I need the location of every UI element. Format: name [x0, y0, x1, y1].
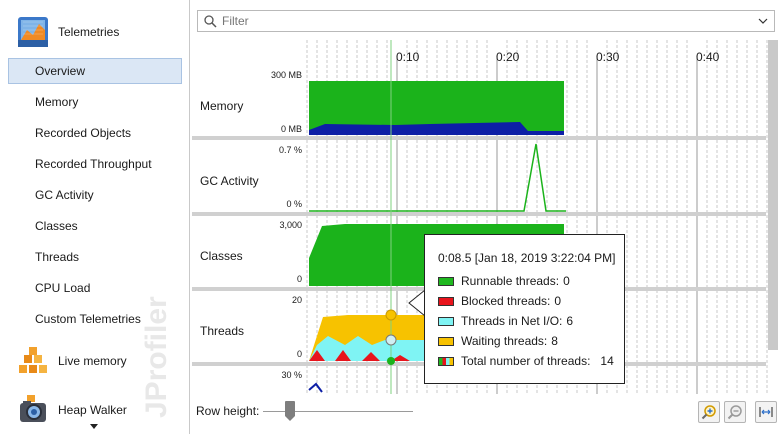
zoom-in-icon — [701, 405, 716, 420]
row-label-threads: Threads — [200, 324, 245, 338]
sidebar-item-label: Recorded Objects — [35, 126, 132, 140]
legend-swatch — [438, 276, 454, 286]
legend-swatch — [438, 336, 454, 346]
telemetries-label: Telemetries — [58, 25, 120, 39]
legend-swatch — [438, 316, 454, 326]
sidebar-item-label: Recorded Throughput — [35, 157, 152, 171]
sidebar-item-label: Memory — [35, 95, 79, 109]
row-label-gc-activity: GC Activity — [200, 174, 259, 188]
classes-axis-min: 0 — [296, 274, 302, 284]
sidebar-scroll-down-icon[interactable] — [90, 424, 98, 429]
threads-graph — [309, 315, 430, 361]
fit-to-window-button[interactable] — [755, 401, 777, 423]
time-tick-label: 0:20 — [496, 50, 520, 64]
tooltip-row-value: 6 — [566, 314, 574, 328]
memory-axis-min: 0 MB — [280, 124, 302, 134]
tooltip-title: 0:08.5 [Jan 18, 2019 3:22:04 PM] — [438, 251, 616, 265]
tooltip-row-label: Blocked threads: — [461, 294, 551, 308]
row-height-slider-thumb[interactable] — [285, 401, 295, 421]
filter-input[interactable] — [222, 14, 742, 28]
threads-axis-min: 0 — [296, 349, 302, 359]
tooltip-row-label: Total number of threads: — [461, 354, 591, 368]
sidebar-item-label: GC Activity — [35, 188, 94, 202]
tooltip-row-blocked: Blocked threads: 0 — [438, 294, 561, 308]
telemetries-icon — [18, 17, 48, 47]
live-memory-label: Live memory — [58, 354, 127, 368]
sidebar-item-gc-activity[interactable]: GC Activity — [8, 182, 182, 208]
sidebar-item-label: CPU Load — [35, 281, 91, 295]
tooltip-row-waiting: Waiting threads: 8 — [438, 334, 558, 348]
search-icon — [204, 15, 217, 28]
cpu-axis-max: 30 % — [281, 370, 302, 380]
zoom-out-button[interactable] — [724, 401, 746, 423]
tooltip-row-value: 0 — [563, 274, 570, 288]
tooltip-row-value: 8 — [551, 334, 558, 348]
tooltip-row-label: Runnable threads: — [461, 274, 560, 288]
sidebar-item-label: Custom Telemetries — [35, 312, 141, 326]
fit-width-icon — [759, 407, 773, 417]
heap-walker-label: Heap Walker — [58, 403, 127, 417]
sidebar-item-memory[interactable]: Memory — [8, 89, 182, 115]
cursor-marker-netio — [385, 334, 397, 346]
memory-graph — [309, 81, 564, 135]
sidebar-item-label: Classes — [35, 219, 78, 233]
sidebar-item-label: Threads — [35, 250, 80, 264]
legend-swatch — [438, 296, 454, 306]
row-label-classes: Classes — [200, 249, 243, 263]
sidebar-item-threads[interactable]: Threads — [8, 244, 182, 270]
row-height-label: Row height: — [196, 404, 260, 418]
sidebar-item-classes[interactable]: Classes — [8, 213, 182, 239]
memory-axis-max: 300 MB — [270, 70, 302, 80]
sidebar-item-recorded-objects[interactable]: Recorded Objects — [8, 120, 182, 146]
sidebar: Telemetries Overview Memory Recorded Obj… — [0, 0, 190, 434]
memory-row-separator — [192, 136, 766, 140]
cursor-marker-waiting — [385, 309, 397, 321]
legend-swatch — [438, 356, 454, 366]
classes-axis-max: 3,000 — [279, 220, 302, 230]
heap-walker-icon — [20, 395, 46, 422]
filter-box[interactable] — [197, 10, 775, 32]
tooltip-row-total: Total number of threads: 14 — [438, 354, 614, 368]
gc-axis-min: 0 % — [286, 199, 302, 209]
zoom-in-button[interactable] — [698, 401, 720, 423]
chevron-down-icon[interactable] — [758, 16, 768, 26]
time-tick-label: 0:10 — [396, 50, 420, 64]
tooltip-row-net-io: Threads in Net I/O: 6 — [438, 314, 573, 328]
tooltip-row-runnable: Runnable threads: 0 — [438, 274, 570, 288]
cpu-load-graph — [308, 382, 323, 393]
zoom-out-icon — [727, 405, 742, 420]
sidebar-item-overview[interactable]: Overview — [8, 58, 182, 84]
tooltip-row-value: 14 — [600, 354, 614, 368]
gc-axis-max: 0.7 % — [278, 145, 302, 155]
tooltip-row-label: Waiting threads: — [461, 334, 548, 348]
cursor-marker-runnable — [387, 357, 395, 365]
gc-row-separator — [192, 212, 766, 216]
vertical-scrollbar[interactable] — [768, 40, 778, 350]
sidebar-item-label: Overview — [35, 64, 86, 78]
time-tick-label: 0:30 — [596, 50, 620, 64]
thread-tooltip: 0:08.5 [Jan 18, 2019 3:22:04 PM] Runnabl… — [424, 234, 625, 384]
jprofiler-watermark: JProfiler — [140, 296, 173, 418]
cpu-load-line — [308, 382, 323, 393]
tooltip-row-value: 0 — [554, 294, 562, 308]
live-memory-icon — [19, 347, 47, 373]
sidebar-item-recorded-throughput[interactable]: Recorded Throughput — [8, 151, 182, 177]
row-label-memory: Memory — [200, 99, 244, 113]
time-tick-label: 0:40 — [696, 50, 720, 64]
threads-axis-max: 20 — [291, 295, 302, 305]
tooltip-row-label: Threads in Net I/O: — [461, 314, 563, 328]
telemetries-section[interactable]: Telemetries — [0, 12, 189, 52]
